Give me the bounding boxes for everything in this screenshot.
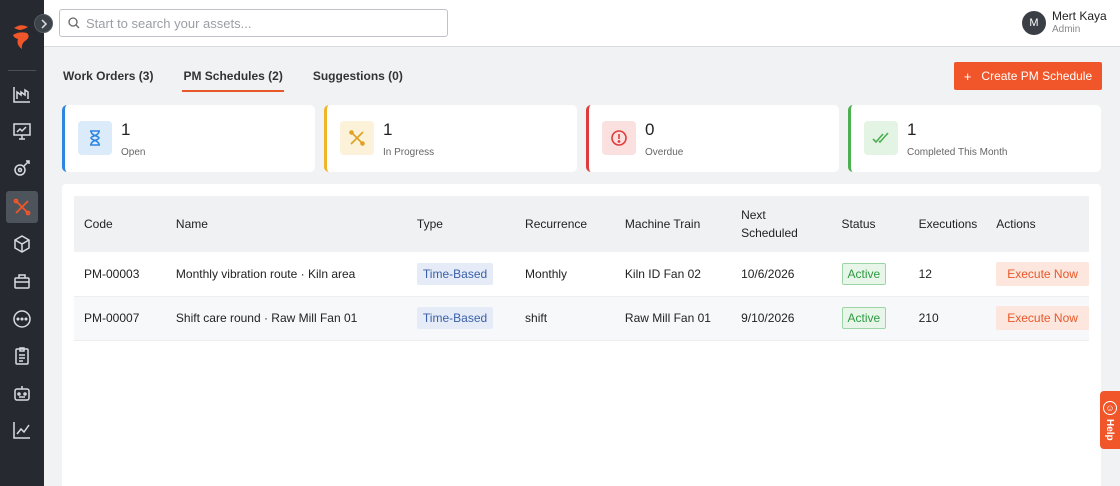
factory-chart-icon: [13, 87, 30, 103]
sidebar-item-assets[interactable]: [6, 228, 38, 260]
column-header[interactable]: Recurrence: [515, 196, 615, 252]
line-chart-icon: [13, 422, 30, 439]
stat-card-completed: 1 Completed This Month: [848, 105, 1101, 172]
user-menu[interactable]: M Mert Kaya Admin: [1022, 9, 1107, 36]
tools-icon: [340, 121, 374, 155]
cell-machine-train: Raw Mill Fan 01: [624, 311, 711, 325]
logo-icon: [13, 25, 29, 49]
column-header[interactable]: Executions: [909, 196, 987, 252]
cell-machine-train: Kiln ID Fan 02: [624, 266, 701, 281]
monitor-chart-icon: [13, 123, 31, 140]
sidebar-item-sensors[interactable]: [6, 152, 38, 184]
cell-executions: 210: [918, 311, 939, 325]
sidebar-collapse-button[interactable]: [34, 14, 53, 33]
pm-schedules-panel: Code Name Type Recurrence Machine Train …: [62, 184, 1101, 486]
more-circle-icon: [13, 310, 31, 328]
search-input[interactable]: [86, 15, 426, 31]
status-badge: Active: [841, 307, 887, 329]
sidebar-item-reports[interactable]: [6, 340, 38, 372]
plus-icon: +: [963, 68, 972, 84]
stat-label: Open: [121, 147, 146, 158]
sidebar-item-dashboard[interactable]: [6, 78, 38, 110]
stat-label: Completed This Month: [907, 147, 1008, 158]
help-label: Help: [1104, 419, 1115, 441]
smile-icon: ☺: [1103, 401, 1117, 415]
stat-value: 1: [383, 120, 393, 139]
stat-value: 0: [645, 120, 655, 139]
double-check-icon: [864, 121, 898, 155]
stat-card-overdue: 0 Overdue: [586, 105, 839, 172]
column-header[interactable]: Type: [407, 196, 515, 252]
help-button[interactable]: ☺ Help: [1100, 391, 1120, 449]
stat-card-in-progress: 1 In Progress: [324, 105, 577, 172]
sidebar-item-inventory[interactable]: [6, 265, 38, 297]
cell-executions: 12: [918, 266, 932, 281]
stat-value: 1: [907, 120, 917, 139]
chevron-right-icon: [40, 18, 47, 29]
create-pm-schedule-button[interactable]: + Create PM Schedule: [954, 62, 1102, 90]
sidebar-item-monitoring[interactable]: [6, 115, 38, 147]
sidebar-item-more[interactable]: [6, 303, 38, 335]
cell-code: PM-00003: [84, 266, 140, 281]
briefcase-icon: [14, 274, 30, 289]
search-icon: [68, 17, 80, 29]
sidebar-item-analytics[interactable]: [6, 414, 38, 446]
box-icon: [14, 235, 30, 253]
search-box[interactable]: [59, 9, 448, 37]
alert-circle-icon: [602, 121, 636, 155]
sidebar-item-maintenance[interactable]: [6, 191, 38, 223]
cell-next-scheduled: 10/6/2026: [741, 266, 795, 281]
execute-now-button[interactable]: Execute Now: [996, 306, 1089, 330]
table-header-row: Code Name Type Recurrence Machine Train …: [74, 196, 1089, 252]
tools-icon: [13, 198, 31, 216]
sensor-icon: [14, 160, 30, 176]
cell-recurrence: Monthly: [525, 266, 568, 281]
cell-name: Shift care round · Raw Mill Fan 01: [175, 311, 358, 325]
sidebar-item-assistant[interactable]: [6, 377, 38, 409]
cell-next-scheduled: 9/10/2026: [741, 311, 795, 325]
execute-now-button[interactable]: Execute Now: [996, 261, 1089, 286]
table-row[interactable]: PM-00003 Monthly vibration route · Kiln …: [74, 252, 1089, 296]
stat-label: Overdue: [645, 147, 684, 158]
column-header[interactable]: Status: [832, 196, 909, 252]
column-header: Actions: [996, 217, 1036, 231]
cell-code: PM-00007: [84, 311, 140, 325]
top-bar: M Mert Kaya Admin: [44, 0, 1120, 47]
column-header[interactable]: Name: [166, 196, 407, 252]
column-header[interactable]: Next Scheduled: [731, 196, 831, 252]
status-badge: Active: [841, 262, 887, 285]
stat-card-open: 1 Open: [62, 105, 315, 172]
user-role: Admin: [1052, 24, 1081, 36]
type-badge: Time-Based: [416, 262, 494, 285]
column-header[interactable]: Code: [74, 196, 166, 252]
clipboard-icon: [15, 347, 29, 365]
cell-name: Monthly vibration route · Kiln area: [175, 266, 356, 281]
cell-recurrence: shift: [525, 311, 548, 325]
tab-work-orders[interactable]: Work Orders (3): [62, 62, 154, 92]
stat-label: In Progress: [383, 147, 435, 158]
stat-value: 1: [121, 120, 131, 139]
tab-bar: Work Orders (3) PM Schedules (2) Suggest…: [62, 62, 432, 94]
pm-schedules-table: Code Name Type Recurrence Machine Train …: [74, 196, 1089, 341]
create-pm-schedule-label: Create PM Schedule: [981, 69, 1093, 83]
robot-icon: [14, 386, 30, 401]
user-name: Mert Kaya: [1052, 9, 1107, 23]
tab-pm-schedules[interactable]: PM Schedules (2): [182, 62, 284, 92]
type-badge: Time-Based: [416, 307, 494, 329]
hourglass-icon: [78, 121, 112, 155]
tab-suggestions[interactable]: Suggestions (0): [312, 62, 404, 92]
table-row[interactable]: PM-00007 Shift care round · Raw Mill Fan…: [74, 296, 1089, 340]
sidebar: [0, 0, 44, 486]
sidebar-divider: [8, 70, 36, 71]
column-header[interactable]: Machine Train: [615, 196, 731, 252]
avatar[interactable]: M: [1022, 10, 1046, 35]
